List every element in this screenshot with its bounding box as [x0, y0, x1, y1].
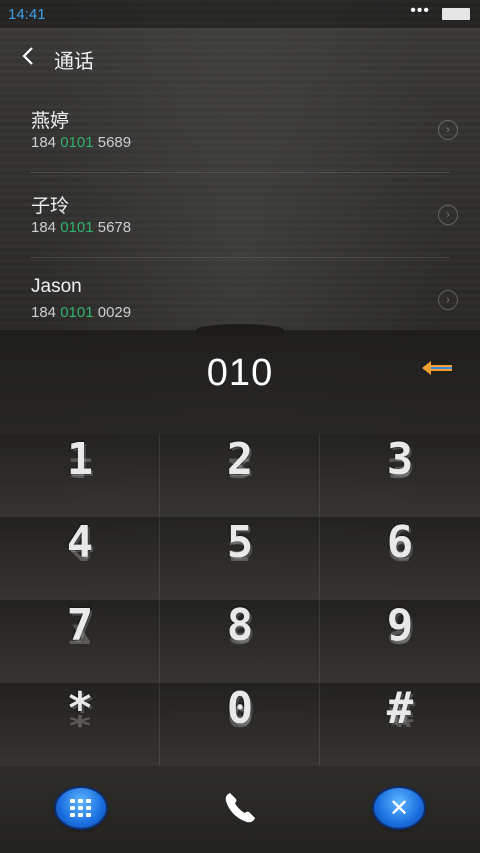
header: 通话 — [0, 28, 480, 86]
key-3[interactable]: 33 — [320, 434, 480, 517]
chevron-right-icon[interactable]: › — [438, 290, 458, 310]
contact-number: 184 0101 0029 — [31, 304, 132, 321]
chevron-right-icon[interactable]: › — [438, 205, 458, 225]
battery-icon — [442, 8, 470, 20]
back-arrow-icon[interactable] — [18, 44, 40, 68]
key-hash[interactable]: # # — [320, 683, 480, 766]
contact-number: 184 0101 5678 — [31, 219, 132, 236]
key-6[interactable]: 66 — [320, 517, 480, 600]
key-7[interactable]: 77 — [0, 600, 160, 683]
contact-name: 子玲 — [31, 196, 70, 217]
panel-handle — [196, 324, 284, 336]
key-9[interactable]: 99 — [320, 600, 480, 683]
keypad: 11 22 33 44 55 66 77 88 99 * * 00 # # — [0, 434, 480, 766]
dialpad-grid-icon — [70, 799, 91, 817]
status-bar: 14:41 ••• — [0, 0, 480, 28]
contact-name: 燕婷 — [31, 111, 70, 132]
dialed-number: 010 — [206, 352, 274, 394]
key-1[interactable]: 11 — [0, 434, 160, 517]
key-0[interactable]: 00 — [160, 683, 320, 766]
dial-display: 010 — [0, 324, 480, 434]
close-icon: ✕ — [388, 795, 410, 822]
chevron-right-icon[interactable]: › — [438, 120, 458, 140]
key-2[interactable]: 22 — [160, 434, 320, 517]
contact-name: Jason — [31, 276, 82, 297]
phone-call-icon[interactable] — [222, 790, 258, 826]
more-dots-icon: ••• — [410, 2, 430, 19]
backspace-icon[interactable] — [422, 359, 452, 377]
key-8[interactable]: 88 — [160, 600, 320, 683]
key-5[interactable]: 55 — [160, 517, 320, 600]
close-dialer-button[interactable]: ✕ — [374, 788, 424, 828]
status-time: 14:41 — [8, 6, 46, 23]
contact-list: 燕婷 184 0101 5689 › 子玲 184 0101 5678 › Ja… — [0, 88, 480, 343]
page-title: 通话 — [54, 51, 94, 73]
list-item[interactable]: 子玲 184 0101 5678 › — [30, 173, 458, 258]
key-4[interactable]: 44 — [0, 517, 160, 600]
list-item[interactable]: 燕婷 184 0101 5689 › — [30, 88, 458, 173]
bottom-bar: ✕ — [0, 766, 480, 853]
contact-number: 184 0101 5689 — [31, 134, 132, 151]
key-star[interactable]: * * — [0, 683, 160, 766]
dialpad-toggle-button[interactable] — [56, 788, 106, 828]
